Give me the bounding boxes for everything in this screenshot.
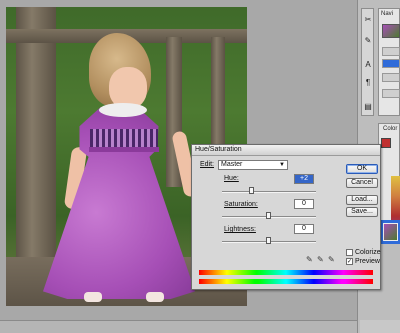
eyedropper-icon[interactable]: ✎ — [306, 255, 313, 264]
edit-dropdown-value: Master — [221, 161, 243, 168]
type-tool-icon[interactable]: A — [363, 59, 373, 70]
lightness-input[interactable]: 0 — [294, 224, 314, 234]
shoe-left — [84, 292, 102, 302]
hue-input[interactable]: +2 — [294, 174, 314, 184]
saturation-input[interactable]: 0 — [294, 199, 314, 209]
tab-navigator[interactable]: Navi — [381, 11, 393, 17]
hue-slider-track[interactable] — [222, 191, 316, 193]
layer-row[interactable] — [382, 73, 400, 82]
eyedropper-plus-icon[interactable]: ✎ — [317, 255, 324, 264]
eyedropper-minus-icon[interactable]: ✎ — [328, 255, 335, 264]
navigator-thumbnail[interactable] — [382, 24, 400, 38]
hue-slider-thumb[interactable] — [249, 187, 254, 194]
edit-label: Edit: — [200, 161, 215, 168]
layer-row-selected[interactable] — [382, 59, 400, 68]
lightness-label: Lightness: — [224, 226, 256, 233]
layer-row[interactable] — [382, 47, 400, 56]
status-bar — [0, 320, 357, 333]
fence-post-left — [16, 7, 56, 277]
cancel-button[interactable]: Cancel — [346, 178, 378, 188]
shoe-right — [146, 292, 164, 302]
colorize-checkbox[interactable] — [346, 249, 353, 256]
paragraph-tool-icon[interactable]: ¶ — [363, 77, 373, 88]
foreground-color-swatch[interactable] — [381, 138, 391, 148]
lightness-slider-thumb[interactable] — [266, 237, 271, 244]
dialog-titlebar[interactable]: Hue/Saturation — [192, 145, 380, 156]
save-button[interactable]: Save... — [346, 207, 378, 217]
input-color-spectrum — [199, 270, 373, 275]
colorize-label: Colorize — [355, 249, 381, 256]
panel-bottom-bar — [360, 320, 400, 333]
dialog-title: Hue/Saturation — [195, 146, 242, 153]
move-tool-icon[interactable]: ✂ — [363, 14, 373, 25]
color-panel: Color — [378, 123, 400, 236]
layer-thumbnail-selected[interactable] — [380, 220, 400, 244]
ok-button[interactable]: OK — [346, 164, 378, 174]
tab-color[interactable]: Color — [383, 126, 397, 132]
ruler-tool-icon[interactable]: ▤ — [363, 101, 373, 112]
navigator-panel: Navi — [378, 8, 400, 116]
saturation-slider-thumb[interactable] — [266, 212, 271, 219]
layer-row[interactable] — [382, 89, 400, 98]
edit-dropdown[interactable]: Master ▼ — [218, 160, 288, 170]
dress-sash — [89, 147, 159, 152]
output-color-spectrum — [199, 279, 373, 284]
layer-thumbnail-image — [383, 223, 398, 241]
chevron-down-icon: ▼ — [279, 162, 285, 168]
preview-checkbox[interactable]: ✓ — [346, 258, 353, 265]
brush-tool-icon[interactable]: ✎ — [363, 35, 373, 46]
dress-collar — [99, 103, 147, 117]
load-button[interactable]: Load... — [346, 195, 378, 205]
hue-label: Hue: — [224, 175, 239, 182]
dress-smocking — [90, 129, 158, 147]
hue-saturation-dialog: Hue/Saturation Edit: Master ▼ Hue: +2 Sa… — [191, 144, 381, 290]
preview-label: Preview — [355, 258, 380, 265]
panel-tool-strip: ✂ ✎ A ¶ ▤ — [361, 8, 374, 116]
saturation-label: Saturation: — [224, 201, 258, 208]
